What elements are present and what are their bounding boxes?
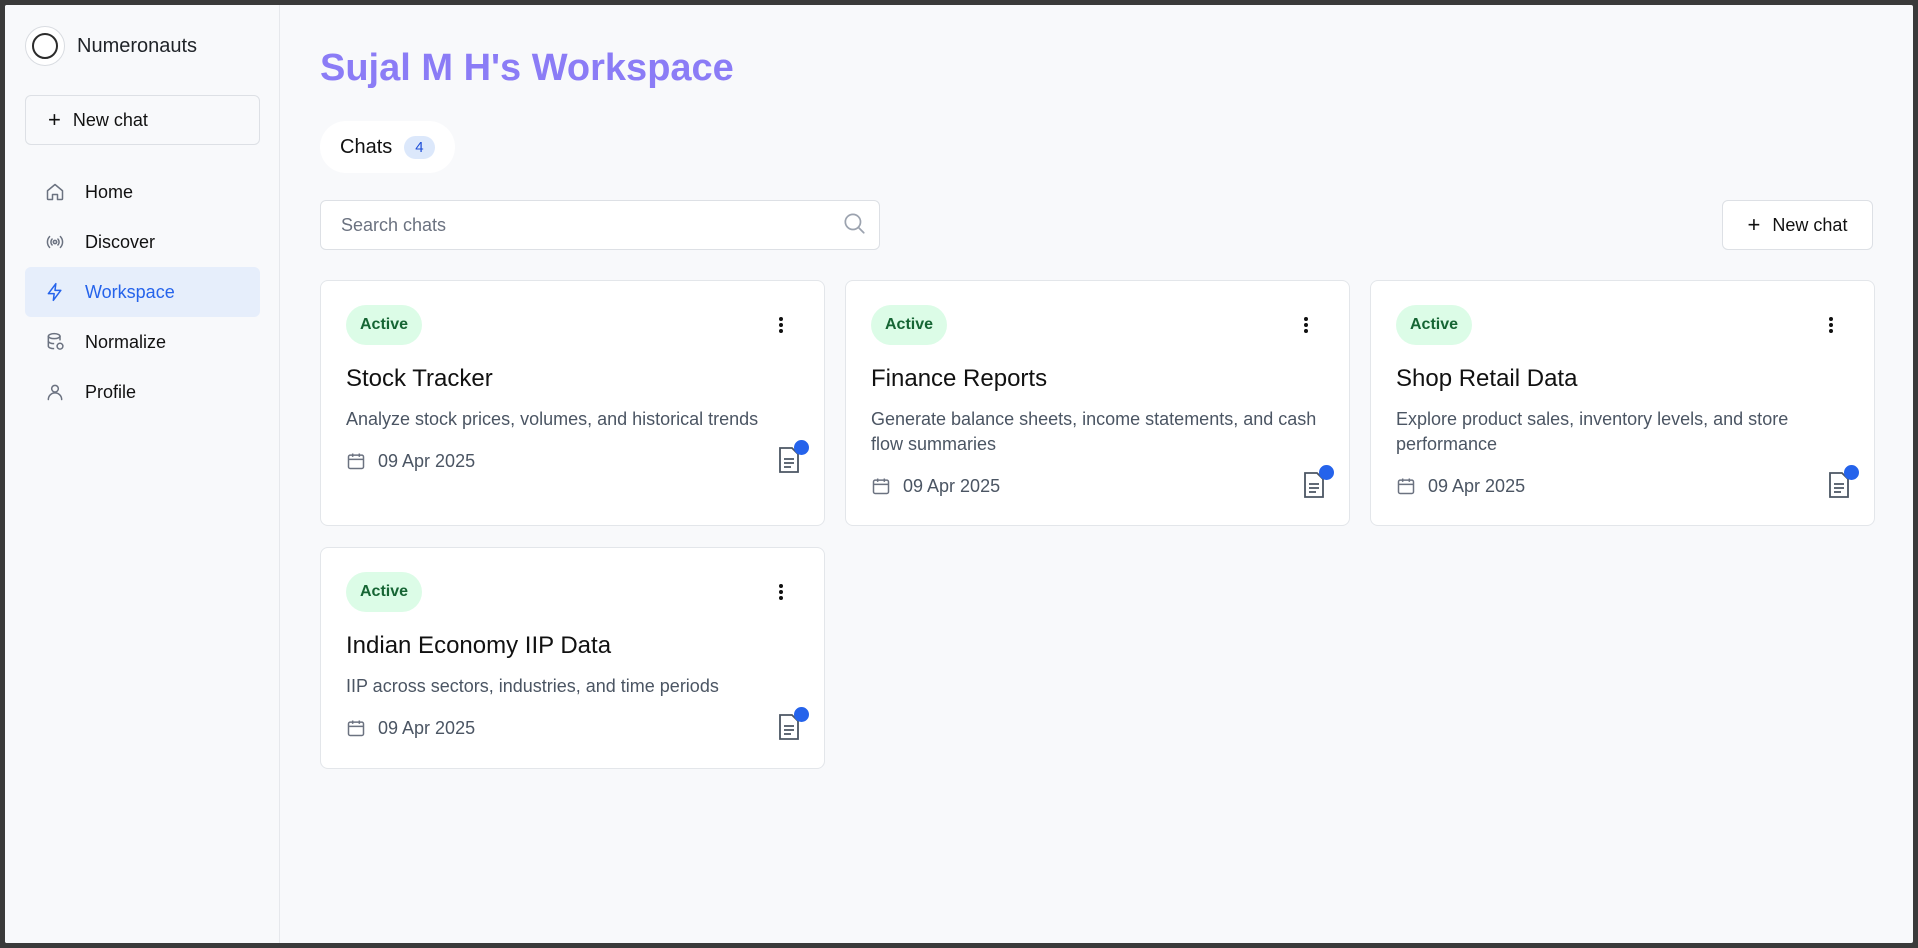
document-icon[interactable] xyxy=(777,440,809,476)
home-icon xyxy=(45,182,65,202)
document-icon[interactable] xyxy=(777,707,809,743)
sidebar-item-workspace[interactable]: Workspace xyxy=(25,267,260,317)
chat-card[interactable]: Active Finance Reports Generate balance … xyxy=(845,280,1350,526)
card-date: 09 Apr 2025 xyxy=(346,718,475,739)
tab-chats[interactable]: Chats 4 xyxy=(320,121,455,173)
more-options-icon[interactable] xyxy=(1296,315,1316,335)
card-date: 09 Apr 2025 xyxy=(871,476,1000,497)
date-text: 09 Apr 2025 xyxy=(378,717,476,738)
calendar-icon xyxy=(347,453,365,470)
date-text: 09 Apr 2025 xyxy=(1428,475,1526,496)
notification-dot xyxy=(1319,465,1334,480)
more-options-icon[interactable] xyxy=(771,582,791,602)
calendar-icon xyxy=(1397,478,1415,495)
status-badge: Active xyxy=(346,305,423,345)
card-date: 09 Apr 2025 xyxy=(1396,476,1525,497)
more-options-icon[interactable] xyxy=(1821,315,1841,335)
sidebar-item-label: Home xyxy=(85,181,134,202)
plus-icon: + xyxy=(48,107,61,132)
search-icon[interactable] xyxy=(841,210,867,241)
search-input[interactable] xyxy=(341,214,841,236)
sidebar-item-label: Workspace xyxy=(85,281,175,302)
sidebar: Numeronauts + New chat Home Discover Wor… xyxy=(5,5,280,943)
brand-logo-icon xyxy=(25,26,65,66)
brand-name: Numeronauts xyxy=(77,34,198,57)
status-badge: Active xyxy=(346,572,423,612)
document-icon[interactable] xyxy=(1302,465,1334,501)
brand: Numeronauts xyxy=(25,25,259,67)
new-chat-label: New chat xyxy=(1772,214,1848,235)
sidebar-new-chat-button[interactable]: + New chat xyxy=(25,95,260,145)
broadcast-icon xyxy=(45,232,65,252)
card-footer: 09 Apr 2025 xyxy=(346,440,809,476)
card-title: Indian Economy IIP Data xyxy=(346,632,612,659)
chat-card[interactable]: Active Shop Retail Data Explore product … xyxy=(1370,280,1875,526)
page-title: Sujal M H's Workspace xyxy=(320,47,734,89)
new-chat-button[interactable]: + New chat xyxy=(1722,200,1873,250)
status-badge: Active xyxy=(871,305,948,345)
notification-dot xyxy=(794,440,809,455)
database-icon xyxy=(45,332,65,352)
notification-dot xyxy=(1844,465,1859,480)
new-chat-label: New chat xyxy=(72,109,148,130)
chat-card[interactable]: Active Stock Tracker Analyze stock price… xyxy=(320,280,825,526)
card-footer: 09 Apr 2025 xyxy=(871,465,1334,501)
status-badge: Active xyxy=(1396,305,1473,345)
card-title: Shop Retail Data xyxy=(1396,365,1578,392)
search-box xyxy=(320,200,880,250)
user-icon xyxy=(45,382,65,402)
sidebar-item-label: Profile xyxy=(85,381,137,402)
more-options-icon[interactable] xyxy=(771,315,791,335)
sidebar-item-home[interactable]: Home xyxy=(25,167,260,217)
sidebar-item-profile[interactable]: Profile xyxy=(25,367,260,417)
card-footer: 09 Apr 2025 xyxy=(1396,465,1859,501)
notification-dot xyxy=(794,707,809,722)
calendar-icon xyxy=(872,478,890,495)
card-date: 09 Apr 2025 xyxy=(346,451,475,472)
card-title: Stock Tracker xyxy=(346,365,493,392)
chat-card[interactable]: Active Indian Economy IIP Data IIP acros… xyxy=(320,547,825,769)
tab-label: Chats xyxy=(340,135,393,158)
sidebar-nav: Home Discover Workspace Normalize Profil… xyxy=(25,167,260,417)
card-footer: 09 Apr 2025 xyxy=(346,707,809,743)
sidebar-item-normalize[interactable]: Normalize xyxy=(25,317,260,367)
main-content: Sujal M H's Workspace Chats 4 + New chat… xyxy=(280,5,1913,943)
calendar-icon xyxy=(347,720,365,737)
card-description: Explore product sales, inventory levels,… xyxy=(1396,409,1789,454)
sidebar-item-label: Normalize xyxy=(85,331,167,352)
plus-icon: + xyxy=(1747,212,1761,237)
lightning-icon xyxy=(45,282,65,302)
card-description: Generate balance sheets, income statemen… xyxy=(871,409,1317,454)
date-text: 09 Apr 2025 xyxy=(903,475,1001,496)
sidebar-item-discover[interactable]: Discover xyxy=(25,217,260,267)
document-icon[interactable] xyxy=(1827,465,1859,501)
card-description: IIP across sectors, industries, and time… xyxy=(346,676,719,696)
date-text: 09 Apr 2025 xyxy=(378,450,476,471)
card-description: Analyze stock prices, volumes, and histo… xyxy=(346,409,759,429)
card-title: Finance Reports xyxy=(871,365,1048,392)
count-badge: 4 xyxy=(404,135,435,159)
sidebar-item-label: Discover xyxy=(85,231,156,252)
app-window: Numeronauts + New chat Home Discover Wor… xyxy=(5,5,1913,943)
